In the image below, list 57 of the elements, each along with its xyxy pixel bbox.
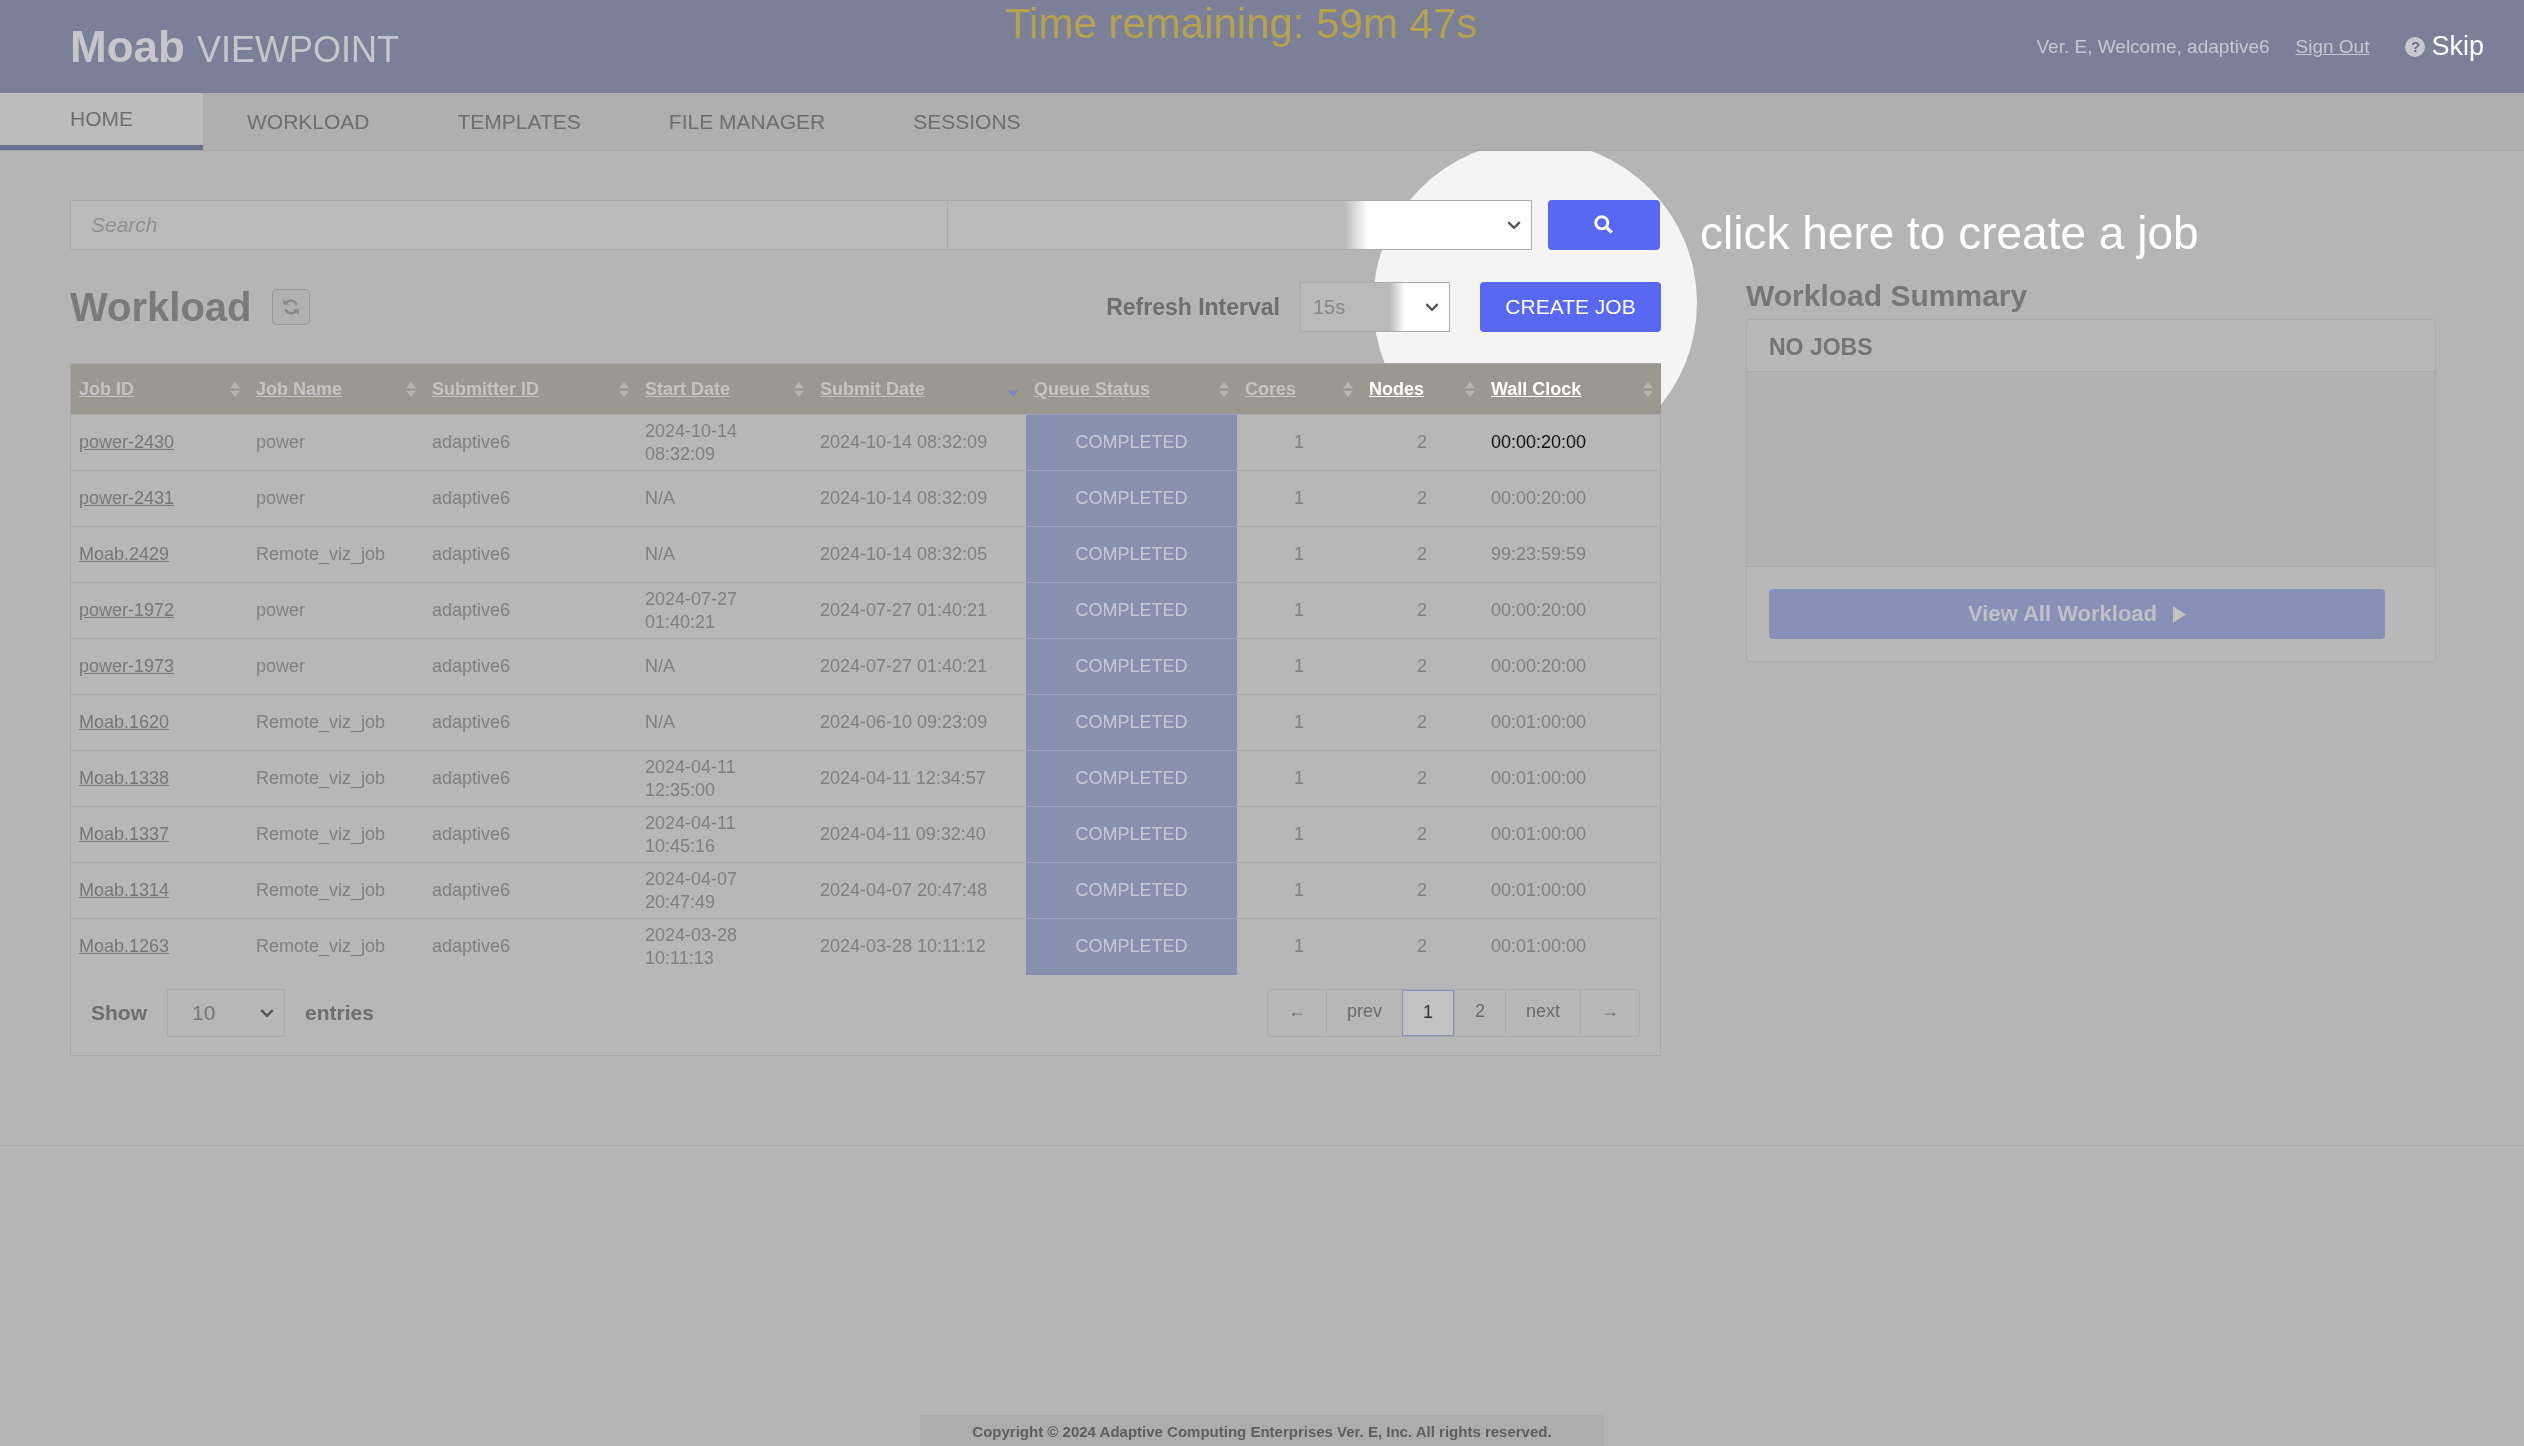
search-button[interactable] — [1548, 200, 1660, 250]
caret-icon — [1425, 303, 1439, 311]
caret-icon — [260, 1008, 274, 1017]
status-cell: COMPLETED — [1026, 638, 1237, 695]
status-cell: COMPLETED — [1026, 918, 1237, 975]
nav-tab[interactable]: SESSIONS — [869, 93, 1065, 150]
status-cell: COMPLETED — [1026, 806, 1237, 863]
job-id-link[interactable]: power-2430 — [79, 432, 175, 452]
create-job-button[interactable]: CREATE JOB — [1480, 282, 1661, 332]
column-header[interactable]: Wall Clock — [1483, 364, 1661, 415]
job-id-link[interactable]: Moab.1263 — [79, 936, 170, 957]
section-title: Workload Summary — [1746, 279, 2029, 313]
job-id-link[interactable]: power-1972 — [79, 600, 175, 620]
pagination-button[interactable]: next — [1504, 989, 1580, 1034]
copyright-text: Copyright © 2024 Adaptive Computing Enterprises Ver. E, Inc. All rights reserved. — [920, 1415, 1604, 1446]
pagination-button[interactable]: 1 — [1401, 989, 1454, 1036]
pagination-button[interactable]: prev — [1325, 989, 1402, 1034]
job-id-link[interactable]: power-2431 — [79, 488, 175, 508]
table-cell: 00:00:20:00 — [1483, 414, 1661, 471]
refresh-interval-label: Refresh Interval — [1106, 293, 1280, 321]
nav-tab[interactable]: TEMPLATES — [413, 93, 625, 150]
section-title: Workload — [70, 284, 252, 330]
filter-dropdown[interactable] — [948, 200, 1532, 250]
sign-out-link[interactable]: Sign Out — [2295, 35, 2370, 58]
play-icon — [2173, 605, 2187, 623]
entries-label: entries — [305, 1000, 374, 1025]
timer-text: Time remaining: 59m 47s — [1005, 0, 1478, 48]
refresh-button[interactable] — [271, 289, 310, 325]
caret-icon — [1507, 221, 1521, 229]
logo[interactable]: Moab VIEWPOINT — [70, 21, 399, 72]
status-cell: COMPLETED — [1026, 750, 1237, 807]
status-cell: COMPLETED — [1026, 526, 1237, 583]
job-id-link[interactable]: power-1973 — [79, 656, 175, 676]
job-id-link[interactable]: Moab.1314 — [79, 880, 170, 900]
tooltip-text: click here to create a job — [1700, 206, 2199, 260]
status-cell: COMPLETED — [1026, 470, 1237, 527]
entries-dropdown[interactable]: 10 — [167, 988, 285, 1037]
status-cell: COMPLETED — [1026, 862, 1237, 919]
nav-tab[interactable]: HOME — [0, 93, 203, 150]
status-cell: COMPLETED — [1026, 582, 1237, 639]
job-id-link[interactable]: Moab.1620 — [79, 712, 170, 732]
skip-link[interactable]: Skip — [2431, 31, 2484, 62]
search-icon — [1593, 214, 1615, 236]
nav-tab[interactable]: FILE MANAGER — [624, 93, 870, 150]
column-header[interactable]: Nodes — [1361, 364, 1483, 415]
status-cell: COMPLETED — [1026, 414, 1237, 471]
nav-tab[interactable]: WORKLOAD — [203, 93, 414, 150]
status-cell: COMPLETED — [1026, 694, 1237, 751]
job-id-link[interactable]: Moab.1337 — [79, 824, 170, 844]
pagination-button[interactable]: ← — [1267, 989, 1326, 1034]
job-id-link[interactable]: Moab.2429 — [79, 544, 170, 564]
welcome-text: Ver. E, Welcome, adaptive6 — [2036, 35, 2270, 58]
help-icon[interactable]: ? — [2405, 36, 2426, 57]
pagination-button[interactable]: → — [1580, 989, 1639, 1034]
pagination-button[interactable]: 2 — [1453, 989, 1505, 1034]
show-label: Show — [91, 1000, 147, 1025]
job-id-link[interactable]: Moab.1338 — [79, 768, 170, 788]
